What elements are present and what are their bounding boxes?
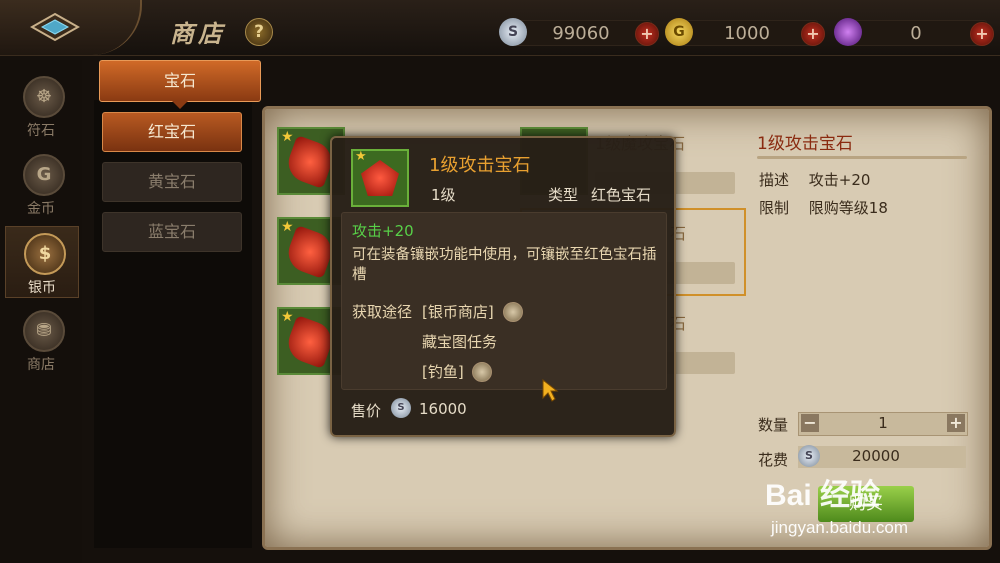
add-gem-button[interactable]: + bbox=[970, 22, 994, 46]
limit-label: 限制 bbox=[759, 199, 790, 217]
detail-description: 描述 攻击+20 bbox=[759, 169, 870, 190]
tooltip-type-label: 类型 bbox=[548, 186, 579, 204]
back-button[interactable] bbox=[0, 0, 142, 55]
star-icon: ★ bbox=[281, 129, 294, 145]
tooltip-description: 可在装备镶嵌功能中使用，可镶嵌至红色宝石插槽 bbox=[352, 247, 657, 283]
star-icon: ★ bbox=[355, 149, 367, 164]
tooltip-attribute: 攻击+20 bbox=[352, 222, 414, 240]
sidebar-item-label: 金币 bbox=[27, 201, 55, 217]
sidebar-item-silver[interactable]: $ 银币 bbox=[5, 226, 79, 298]
subcat-ruby[interactable]: 红宝石 bbox=[102, 112, 242, 152]
tab-gems[interactable]: 宝石 bbox=[99, 60, 261, 109]
add-silver-button[interactable]: + bbox=[635, 22, 659, 46]
gold-currency-display: G 1000 + bbox=[665, 18, 825, 46]
quantity-stepper: − 1 + bbox=[798, 412, 968, 436]
tooltip-type-value: 红色宝石 bbox=[591, 186, 652, 204]
treasure-chest-icon: ⛃ bbox=[23, 310, 65, 352]
silver-coin-icon: S bbox=[499, 18, 527, 46]
detail-limit: 限制 限购等级18 bbox=[759, 197, 888, 218]
watermark-url: jingyan.baidu.com bbox=[771, 518, 909, 537]
tooltip-item-level: 1级 bbox=[431, 186, 456, 204]
diamond-emblem-icon bbox=[30, 12, 80, 42]
tooltip-body: 攻击+20 可在装备镶嵌功能中使用，可镶嵌至红色宝石插槽 获取途径 [银币商店]… bbox=[341, 212, 667, 390]
source-silver-shop-link[interactable]: [银币商店] bbox=[422, 301, 494, 322]
sidebar-item-shop[interactable]: ⛃ 商店 bbox=[5, 304, 77, 374]
quantity-label: 数量 bbox=[758, 416, 789, 434]
silver-amount: 99060 bbox=[552, 23, 610, 44]
locate-icon[interactable] bbox=[503, 302, 523, 322]
sidebar-item-label: 商店 bbox=[27, 357, 55, 373]
runestone-icon: ☸ bbox=[23, 76, 65, 118]
gem-amount: 0 bbox=[910, 23, 922, 44]
locate-icon[interactable] bbox=[472, 362, 492, 382]
tooltip-price-label: 售价 bbox=[351, 402, 382, 420]
silver-coin-icon: S bbox=[391, 398, 411, 418]
detail-title: 1级攻击宝石 bbox=[757, 134, 853, 154]
gold-coin-icon: G bbox=[665, 18, 693, 46]
gold-emblem-icon: G bbox=[23, 154, 65, 196]
sidebar-item-label: 银币 bbox=[28, 280, 56, 296]
mouse-cursor-icon bbox=[542, 378, 559, 402]
source-treasure-map: 藏宝图任务 bbox=[422, 333, 498, 351]
watermark-logo: Bai 经验 bbox=[765, 479, 881, 512]
sidebar-item-runestone[interactable]: ☸ 符石 bbox=[5, 70, 77, 140]
limit-value: 限购等级18 bbox=[808, 199, 888, 217]
item-tooltip: ★ 1级攻击宝石 1级 类型 红色宝石 攻击+20 可在装备镶嵌功能中使用，可镶… bbox=[330, 136, 676, 437]
divider bbox=[757, 156, 967, 159]
quantity-value[interactable]: 1 bbox=[819, 414, 947, 432]
gold-amount: 1000 bbox=[724, 23, 770, 44]
silver-currency-display: S 99060 + bbox=[499, 18, 659, 46]
sidebar-item-label: 符石 bbox=[27, 123, 55, 139]
baidu-watermark: Bai 经验 jingyan.baidu.com bbox=[765, 450, 985, 542]
item-icon-frame: ★ bbox=[351, 149, 409, 207]
gem-currency-display: 0 + bbox=[834, 18, 994, 46]
shop-sidebar: ☸ 符石 G 金币 $ 银币 ⛃ 商店 bbox=[0, 60, 82, 563]
quantity-increase-button[interactable]: + bbox=[947, 414, 965, 432]
page-title: 商店 bbox=[170, 20, 226, 48]
quantity-decrease-button[interactable]: − bbox=[801, 414, 819, 432]
star-icon: ★ bbox=[281, 309, 294, 325]
top-bar: 商店 ? S 99060 + G 1000 + 0 + bbox=[0, 0, 1000, 56]
subcat-topaz[interactable]: 黄宝石 bbox=[102, 162, 242, 202]
help-button[interactable]: ? bbox=[245, 18, 273, 46]
add-gold-button[interactable]: + bbox=[801, 22, 825, 46]
subcat-sapphire[interactable]: 蓝宝石 bbox=[102, 212, 242, 252]
ruby-gem-icon bbox=[361, 160, 399, 196]
tooltip-price-value: 16000 bbox=[419, 400, 467, 418]
star-icon: ★ bbox=[281, 219, 294, 235]
description-value: 攻击+20 bbox=[808, 171, 871, 189]
tooltip-source-label: 获取途径 bbox=[352, 303, 413, 321]
purple-gem-icon bbox=[834, 18, 862, 46]
silver-emblem-icon: $ bbox=[24, 233, 66, 275]
sidebar-item-gold[interactable]: G 金币 bbox=[5, 148, 77, 218]
description-label: 描述 bbox=[759, 171, 790, 189]
tooltip-item-name: 1级攻击宝石 bbox=[429, 155, 531, 176]
source-fishing-link[interactable]: [钓鱼] bbox=[422, 361, 464, 382]
